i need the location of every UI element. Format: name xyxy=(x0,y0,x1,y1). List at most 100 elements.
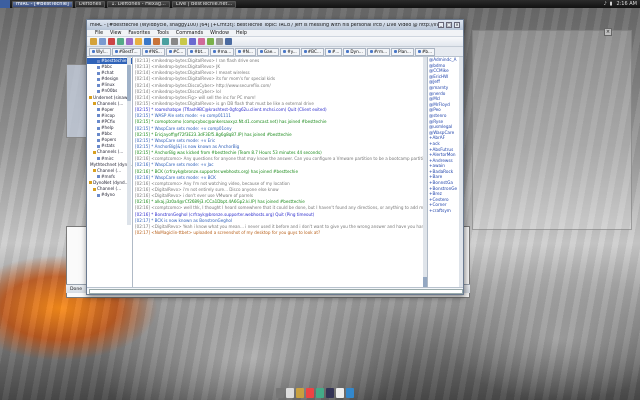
folder-icon xyxy=(93,169,96,173)
switch-tab[interactable]: #ma... xyxy=(210,47,235,56)
channel-icon xyxy=(144,50,148,53)
help-icon[interactable] xyxy=(225,38,232,45)
channel-icon xyxy=(97,193,100,197)
switch-tab[interactable]: #NS... xyxy=(141,47,165,56)
treebar-scrollbar[interactable] xyxy=(127,57,131,225)
switch-tab[interactable]: #N... xyxy=(235,47,256,56)
tree-channel[interactable]: #dyno xyxy=(87,192,132,198)
terminal-icon[interactable] xyxy=(326,388,334,398)
switch-tab[interactable]: #... xyxy=(324,47,343,56)
folder-icon xyxy=(93,187,96,191)
taskbar: mIRC - [#BestTechie] Deftones 1. Deftone… xyxy=(0,0,640,8)
notify-icon[interactable] xyxy=(171,38,178,45)
colors-icon[interactable] xyxy=(189,38,196,45)
url-list-icon[interactable] xyxy=(180,38,187,45)
switch-tab[interactable]: #b... xyxy=(414,47,436,56)
folder-icon xyxy=(93,102,96,106)
folder-icon xyxy=(89,181,92,185)
folder-icon[interactable] xyxy=(296,388,304,398)
mirc-window: mIRC - [#besttechie (Wyld8ycle, shaggy10… xyxy=(86,19,464,295)
right-widget-panel xyxy=(472,30,632,230)
options-icon[interactable] xyxy=(108,38,115,45)
tile-icon[interactable] xyxy=(216,38,223,45)
channel-icon xyxy=(97,144,100,148)
finder-icon[interactable] xyxy=(286,388,294,398)
channel-icon xyxy=(97,65,100,69)
menu-favorites[interactable]: Favorites xyxy=(128,31,150,36)
menubar: File View Favorites Tools Commands Windo… xyxy=(87,30,463,37)
maximize-button[interactable]: □ xyxy=(446,22,452,28)
nick-item[interactable]: +craftsym xyxy=(428,208,463,214)
media-icon[interactable] xyxy=(306,388,314,398)
folder-icon xyxy=(89,96,92,100)
channel-icon xyxy=(168,50,172,53)
channel-icon xyxy=(259,50,263,53)
channel-icon xyxy=(238,50,242,53)
menu-commands[interactable]: Commands xyxy=(176,31,203,36)
scripts-icon[interactable] xyxy=(144,38,151,45)
clock: 2:16 AM xyxy=(616,1,637,7)
taskbar-item-mirc[interactable]: mIRC - [#BestTechie] xyxy=(12,0,73,8)
menu-view[interactable]: View xyxy=(110,31,121,36)
taskbar-item-browser[interactable]: Live | BestTechie.net... xyxy=(171,0,237,8)
system-tray: ♪ ▮ xyxy=(599,1,616,7)
trash-icon[interactable] xyxy=(276,388,284,398)
switch-tab[interactable]: Gae... xyxy=(256,47,280,56)
scrollbar-thumb[interactable] xyxy=(127,65,131,101)
input-bar xyxy=(87,287,463,294)
taskbar-item-deftones-folder[interactable]: Deftones xyxy=(74,0,106,8)
document-icon[interactable] xyxy=(336,388,344,398)
switch-tab[interactable]: #C... xyxy=(165,47,187,56)
network-icon[interactable]: ▮ xyxy=(610,1,613,7)
channel-icon xyxy=(327,50,331,53)
channel-icon xyxy=(97,157,100,161)
minimize-button[interactable]: _ xyxy=(438,22,444,28)
close-icon[interactable]: × xyxy=(604,28,612,36)
message-input[interactable] xyxy=(89,288,463,294)
switch-tab[interactable]: #BestT... xyxy=(111,47,141,56)
channel-icon xyxy=(417,50,421,53)
channel-icon xyxy=(283,50,287,53)
chat-line: [02:16] <comptcomo> well thk, I thought … xyxy=(135,205,425,211)
chat-line: [02:17] <NoMagiclin-ttbet> uploaded a sc… xyxy=(135,229,321,235)
connect-icon[interactable] xyxy=(90,38,97,45)
channel-icon xyxy=(97,59,100,63)
switchbar: Wyl... #BestT... #NS... #C... #bt... #ma… xyxy=(87,47,463,57)
dcc-chat-icon[interactable] xyxy=(162,38,169,45)
folder-icon xyxy=(93,150,96,154)
switch-tab[interactable]: #BC... xyxy=(300,47,324,56)
app-icon[interactable] xyxy=(316,388,324,398)
channel-icon xyxy=(346,50,350,53)
channel-icon xyxy=(97,90,100,94)
menu-help[interactable]: Help xyxy=(236,31,247,36)
channel-icon xyxy=(97,71,100,75)
switch-tab[interactable]: Wyl... xyxy=(89,47,111,56)
switch-tab[interactable]: Plan... xyxy=(391,47,414,56)
toolbar xyxy=(87,37,463,47)
favorites-icon[interactable] xyxy=(135,38,142,45)
disconnect-icon[interactable] xyxy=(99,38,106,45)
nicklist-scrollbar[interactable] xyxy=(459,57,463,287)
taskbar-item-deftones-player[interactable]: 1. Deftones - Hexag... xyxy=(107,0,170,8)
switch-tab[interactable]: #bt... xyxy=(187,47,210,56)
dcc-send-icon[interactable] xyxy=(153,38,160,45)
channel-icon xyxy=(369,50,373,53)
switch-tab[interactable]: #rm... xyxy=(366,47,391,56)
switch-tab[interactable]: Dyn... xyxy=(343,47,366,56)
menu-file[interactable]: File xyxy=(95,31,103,36)
log-icon[interactable] xyxy=(198,38,205,45)
channel-pane: #besttechie #bbc #chat #design #linux #n00bs U… xyxy=(87,57,463,287)
menu-window[interactable]: Window xyxy=(210,31,229,36)
channel-icon xyxy=(394,50,398,53)
close-button[interactable]: × xyxy=(454,22,460,28)
channels-list-icon[interactable] xyxy=(126,38,133,45)
menu-tools[interactable]: Tools xyxy=(157,31,169,36)
network-app-icon[interactable] xyxy=(346,388,354,398)
switch-tab[interactable]: #y... xyxy=(280,47,300,56)
address-book-icon[interactable] xyxy=(117,38,124,45)
channel-icon xyxy=(114,50,118,53)
cascade-icon[interactable] xyxy=(207,38,214,45)
volume-icon[interactable]: ♪ xyxy=(603,1,606,7)
start-button[interactable] xyxy=(0,0,10,8)
window-titlebar[interactable]: mIRC - [#besttechie (Wyld8ycle, shaggy10… xyxy=(87,20,463,30)
